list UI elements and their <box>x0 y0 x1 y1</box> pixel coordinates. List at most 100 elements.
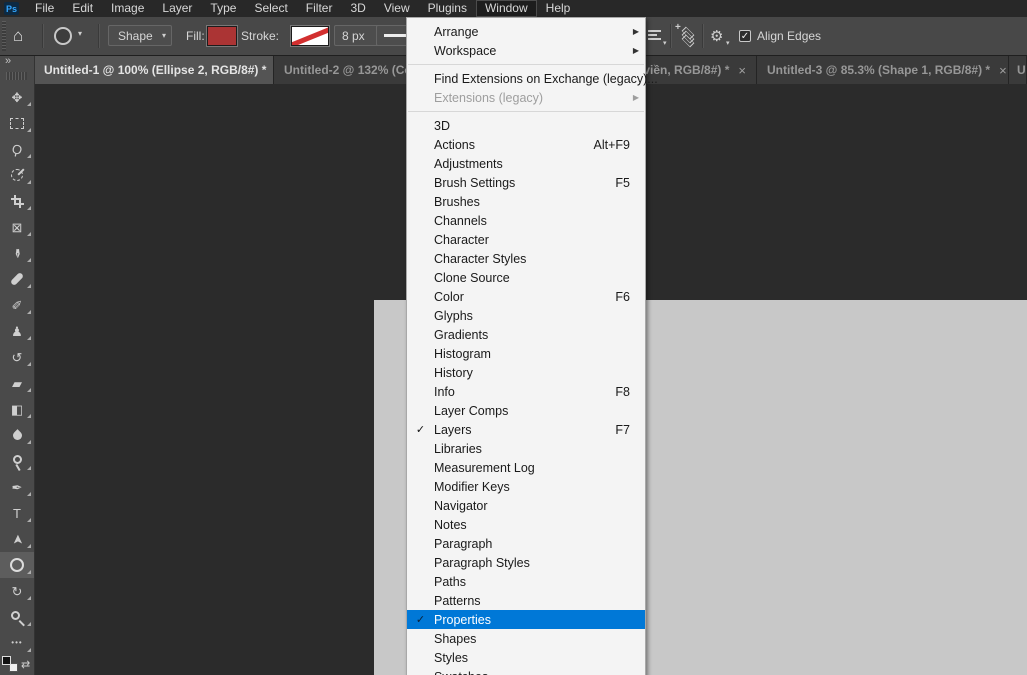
menu-item-layers[interactable]: ✓LayersF7 <box>407 420 645 439</box>
menu-item-libraries[interactable]: Libraries <box>407 439 645 458</box>
layer-arrangement-icon[interactable]: + <box>678 26 698 46</box>
menu-item-layer-comps[interactable]: Layer Comps <box>407 401 645 420</box>
menubar-item-layer[interactable]: Layer <box>153 0 201 17</box>
menubar-item-edit[interactable]: Edit <box>63 0 102 17</box>
zoom-tool[interactable] <box>0 604 34 630</box>
menu-item-paragraph[interactable]: Paragraph <box>407 534 645 553</box>
menubar-item-image[interactable]: Image <box>102 0 153 17</box>
menu-item-styles[interactable]: Styles <box>407 648 645 667</box>
eyedropper-tool[interactable]: ✒ <box>0 240 34 266</box>
lasso-tool[interactable]: Ϙ <box>0 136 34 162</box>
menu-item-glyphs[interactable]: Glyphs <box>407 306 645 325</box>
menu-item-character-styles[interactable]: Character Styles <box>407 249 645 268</box>
path-alignment-icon[interactable] <box>648 30 662 42</box>
tab-untitled-1[interactable]: Untitled-1 @ 100% (Ellipse 2, RGB/8#) * … <box>34 56 274 84</box>
submenu-arrow-icon: ▶ <box>633 46 639 55</box>
menu-item-clone-source[interactable]: Clone Source <box>407 268 645 287</box>
menubar-item-select[interactable]: Select <box>245 0 296 17</box>
menu-item-info[interactable]: InfoF8 <box>407 382 645 401</box>
flyout-triangle-icon <box>27 492 31 496</box>
menu-item-navigator[interactable]: Navigator <box>407 496 645 515</box>
fill-label: Fill: <box>186 17 205 55</box>
menu-item-label: Workspace <box>434 44 496 58</box>
menu-item-brushes[interactable]: Brushes <box>407 192 645 211</box>
close-icon[interactable]: × <box>999 63 1007 78</box>
tool-preset-caret-icon[interactable]: ▾ <box>78 29 82 38</box>
frame-tool[interactable]: ⊠ <box>0 214 34 240</box>
blur-tool[interactable] <box>0 422 34 448</box>
menubar-item-filter[interactable]: Filter <box>297 0 342 17</box>
eraser-icon: ▰ <box>12 377 22 390</box>
move-tool[interactable]: ✥ <box>0 84 34 110</box>
gradient-tool[interactable]: ◧ <box>0 396 34 422</box>
menu-item-character[interactable]: Character <box>407 230 645 249</box>
gear-icon[interactable]: ⚙ <box>710 17 723 56</box>
menubar-item-plugins[interactable]: Plugins <box>419 0 476 17</box>
menu-item-shapes[interactable]: Shapes <box>407 629 645 648</box>
stroke-swatch[interactable] <box>291 26 329 46</box>
menu-item-paths[interactable]: Paths <box>407 572 645 591</box>
menu-item-color[interactable]: ColorF6 <box>407 287 645 306</box>
menu-item-patterns[interactable]: Patterns <box>407 591 645 610</box>
menubar-item-3d[interactable]: 3D <box>341 0 374 17</box>
menu-item-properties[interactable]: ✓Properties <box>407 610 645 629</box>
foreground-background-swatches[interactable] <box>2 656 18 672</box>
menu-item-label: Character Styles <box>434 252 526 266</box>
zoom-icon <box>11 611 20 620</box>
align-edges-checkbox[interactable]: ✓ <box>739 30 751 42</box>
menu-item-channels[interactable]: Channels <box>407 211 645 230</box>
menu-item-find-extensions-on-exchange-legacy[interactable]: Find Extensions on Exchange (legacy)... <box>407 69 645 88</box>
dodge-tool[interactable] <box>0 448 34 474</box>
brush-tool[interactable]: ✐ <box>0 292 34 318</box>
history-brush-tool[interactable]: ↺ <box>0 344 34 370</box>
options-bar-grip[interactable] <box>2 21 6 51</box>
menu-item-notes[interactable]: Notes <box>407 515 645 534</box>
tab-title: Untitled-2 @ 132% (Cô <box>284 63 412 77</box>
tab-untitled-4[interactable]: Un <box>1009 56 1027 84</box>
menu-item-modifier-keys[interactable]: Modifier Keys <box>407 477 645 496</box>
fill-swatch[interactable] <box>207 26 237 46</box>
panel-grip[interactable] <box>6 72 27 80</box>
menu-item-actions[interactable]: ActionsAlt+F9 <box>407 135 645 154</box>
menu-item-arrange[interactable]: Arrange▶ <box>407 22 645 41</box>
menu-item-shortcut: F8 <box>615 385 630 399</box>
menu-item-adjustments[interactable]: Adjustments <box>407 154 645 173</box>
menubar-item-window[interactable]: Window <box>476 0 537 17</box>
menu-item-gradients[interactable]: Gradients <box>407 325 645 344</box>
edit-toolbar-tool[interactable]: ••• <box>0 630 34 656</box>
menu-item-swatches[interactable]: Swatches <box>407 667 645 675</box>
menubar-item-view[interactable]: View <box>375 0 419 17</box>
home-icon[interactable]: ⌂ <box>13 17 23 55</box>
type-tool[interactable]: T <box>0 500 34 526</box>
menu-item-workspace[interactable]: Workspace ▶ <box>407 41 645 60</box>
ellipse-tool[interactable] <box>0 552 34 578</box>
crop-tool[interactable] <box>0 188 34 214</box>
menu-item-paragraph-styles[interactable]: Paragraph Styles <box>407 553 645 572</box>
menu-item-history[interactable]: History <box>407 363 645 382</box>
menubar-item-help[interactable]: Help <box>537 0 580 17</box>
eraser-tool[interactable]: ▰ <box>0 370 34 396</box>
menu-item-brush-settings[interactable]: Brush SettingsF5 <box>407 173 645 192</box>
tool-preset-icon[interactable] <box>54 27 72 45</box>
menu-item-3d[interactable]: 3D <box>407 116 645 135</box>
pen-tool[interactable]: ✒ <box>0 474 34 500</box>
spot-healing-brush-tool[interactable] <box>0 266 34 292</box>
clone-stamp-tool[interactable]: ♟ <box>0 318 34 344</box>
menubar-item-file[interactable]: File <box>26 0 63 17</box>
menubar-item-type[interactable]: Type <box>201 0 245 17</box>
menu-item-measurement-log[interactable]: Measurement Log <box>407 458 645 477</box>
hand-rotate-tool[interactable]: ↻ <box>0 578 34 604</box>
menu-item-label: Adjustments <box>434 157 503 171</box>
close-icon[interactable]: × <box>738 63 746 78</box>
path-selection-tool[interactable]: ➤ <box>0 526 34 552</box>
collapse-panel-icon[interactable]: » <box>5 55 11 67</box>
submenu-arrow-icon: ▶ <box>633 93 639 102</box>
object-selection-tool[interactable] <box>0 162 34 188</box>
swap-colors-icon[interactable]: ⇄ <box>21 658 30 671</box>
tab-untitled-3[interactable]: Untitled-3 @ 85.3% (Shape 1, RGB/8#) * × <box>757 56 1009 84</box>
menu-item-histogram[interactable]: Histogram <box>407 344 645 363</box>
menu-item-label: Paragraph Styles <box>434 556 530 570</box>
tool-mode-select[interactable]: Shape ▾ <box>108 25 172 46</box>
rectangular-marquee-tool[interactable] <box>0 110 34 136</box>
tool-mode-value: Shape <box>118 29 153 43</box>
